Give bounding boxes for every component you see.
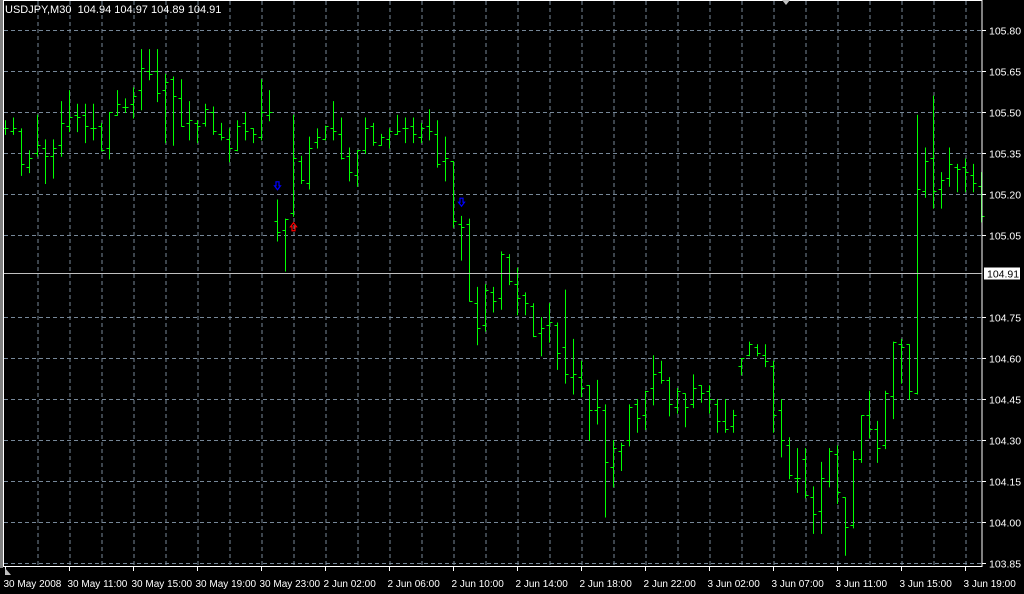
left-frame — [0, 0, 3, 568]
close-value: 104.91 — [187, 4, 222, 16]
x-tick-label: 30 May 2008 — [4, 579, 62, 590]
chart-title: USDJPY,M30 104.94 104.97 104.89 104.91 — [5, 4, 221, 16]
x-tick-label: 30 May 11:00 — [68, 579, 128, 590]
x-tick-label: 3 Jun 02:00 — [708, 579, 761, 590]
current-price-label: 104.91 — [987, 269, 1019, 281]
y-tick-label: 105.35 — [989, 149, 1021, 161]
y-tick-label: 104.15 — [989, 477, 1021, 489]
y-tick-label: 104.60 — [989, 354, 1021, 366]
x-tick-label: 2 Jun 18:00 — [580, 579, 633, 590]
y-tick-label: 105.80 — [989, 26, 1021, 38]
x-tick-label: 3 Jun 11:00 — [836, 579, 888, 590]
x-tick-label: 30 May 15:00 — [132, 579, 193, 590]
y-tick-label: 105.05 — [989, 231, 1021, 243]
y-tick-label: 105.20 — [989, 190, 1021, 202]
x-tick-label: 3 Jun 19:00 — [964, 579, 1017, 590]
x-tick-label: 2 Jun 06:00 — [388, 579, 441, 590]
x-tick-label: 30 May 19:00 — [196, 579, 257, 590]
x-tick-label: 2 Jun 10:00 — [452, 579, 505, 590]
y-tick-label: 105.65 — [989, 67, 1021, 79]
low-value: 104.89 — [151, 4, 185, 16]
x-tick-label: 2 Jun 02:00 — [324, 579, 377, 590]
price-chart[interactable]: 105.80 105.65 105.50 105.35 105.20 105.05 104.… — [0, 0, 1024, 594]
symbol-label: USDJPY,M30 — [5, 4, 72, 16]
open-value: 104.94 — [77, 4, 112, 16]
y-tick-label: 104.30 — [989, 436, 1021, 448]
high-value: 104.97 — [114, 4, 148, 16]
y-tick-label: 104.00 — [989, 518, 1021, 530]
y-tick-label: 104.75 — [989, 313, 1021, 325]
x-tick-label: 2 Jun 14:00 — [516, 579, 569, 590]
x-tick-label: 3 Jun 15:00 — [900, 579, 953, 590]
y-tick-label: 103.85 — [989, 559, 1021, 571]
y-tick-label: 104.45 — [989, 395, 1021, 407]
x-tick-label: 3 Jun 07:00 — [772, 579, 825, 590]
y-tick-label: 105.50 — [989, 108, 1021, 120]
x-tick-label: 30 May 23:00 — [260, 579, 321, 590]
x-tick-label: 2 Jun 22:00 — [644, 579, 697, 590]
